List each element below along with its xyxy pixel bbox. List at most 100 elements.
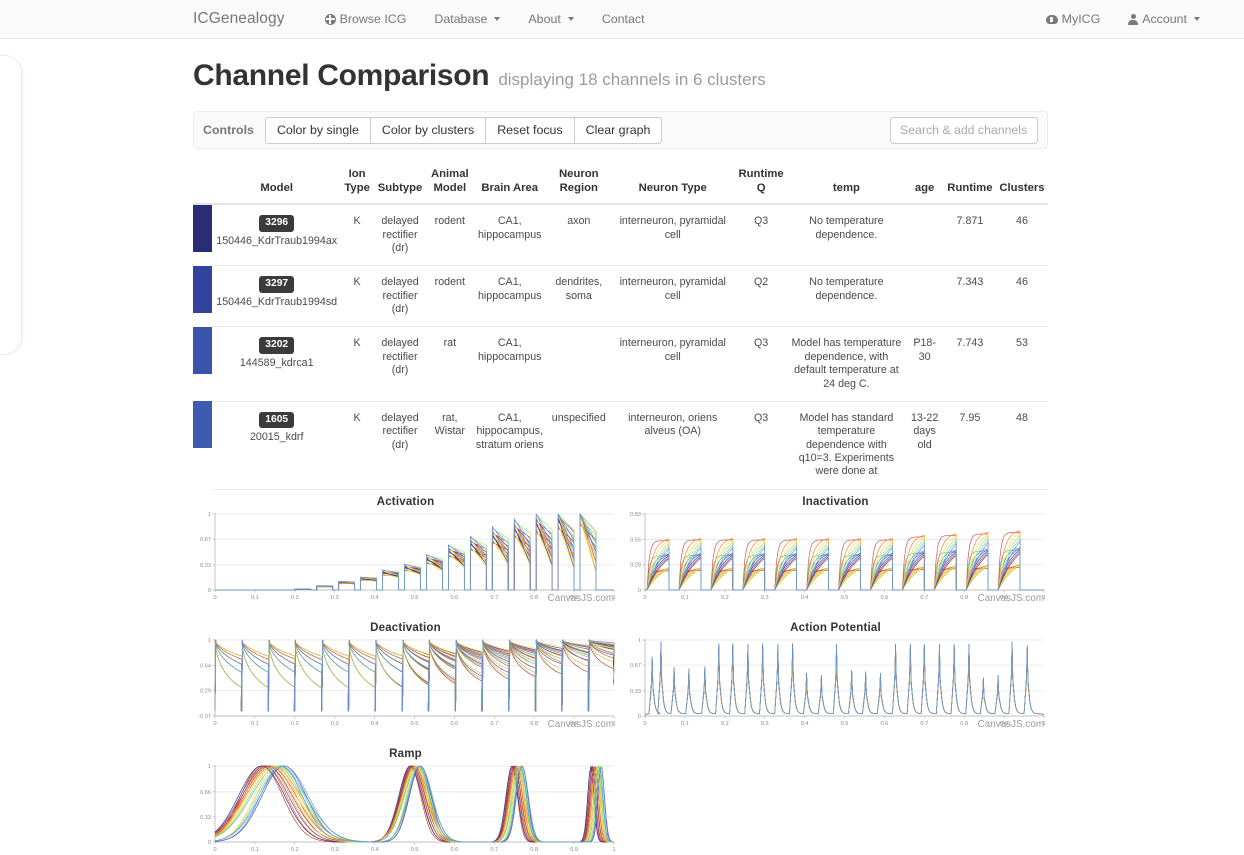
- cell-runtime: 7.343: [943, 265, 996, 328]
- model-id-badge[interactable]: 3202: [259, 337, 295, 354]
- cell-clusters: 46: [995, 265, 1048, 328]
- chart-deactivation[interactable]: Deactivation -0.07 0.29 0.64 1 0 0.1 0.2 0.3 0.4…: [193, 620, 618, 730]
- cell-clusters: 46: [995, 204, 1048, 267]
- brand-logo[interactable]: ICGenealogy: [193, 10, 285, 28]
- cell-runtime: 7.743: [943, 326, 996, 402]
- cell-temp: No temperature dependence.: [787, 204, 906, 267]
- color-swatch: [193, 265, 212, 313]
- chart-activation[interactable]: Activation 0 0.33 0.67 1 0 0.1 0.2 0.3 0.4 0.5 0.6…: [193, 494, 618, 604]
- color-by-clusters-button[interactable]: Color by clusters: [369, 116, 487, 144]
- cell-brain-area: CA1, hippocampus: [472, 326, 547, 402]
- model-id-badge[interactable]: 3297: [259, 276, 295, 293]
- cell-runtime-q: Q2: [734, 265, 788, 328]
- chart-inactivation-title: Inactivation: [802, 495, 869, 508]
- nav-item-about[interactable]: About: [514, 12, 587, 26]
- chart-action-potential[interactable]: Action Potential 0 0.33 0.67 1 0 0.1 0.2 0.3 0.4…: [623, 620, 1048, 730]
- chart-deactivation-credit: CanvasJS.com: [547, 718, 614, 730]
- model-name[interactable]: 150446_KdrTraub1994ax: [215, 235, 338, 248]
- model-name[interactable]: 20015_kdrf: [215, 431, 338, 444]
- cell-brain-area: CA1, hippocampus: [472, 204, 547, 267]
- header-animal-model[interactable]: Animal Model: [426, 167, 473, 206]
- header-model[interactable]: Model: [212, 167, 342, 206]
- chevron-down-icon: [567, 17, 574, 21]
- channel-table: Model Ion Type Subtype Animal Model Brai…: [193, 167, 1048, 490]
- controls-bar: Controls Color by single Color by cluste…: [193, 111, 1048, 149]
- cell-subtype: delayed rectifier (dr): [373, 326, 427, 402]
- header-neuron-region[interactable]: Neuron Region: [546, 167, 611, 206]
- cell-ion-type: K: [341, 265, 374, 328]
- cell-subtype: delayed rectifier (dr): [373, 204, 427, 267]
- header-runtime[interactable]: Runtime: [943, 167, 996, 206]
- header-temp[interactable]: temp: [787, 167, 906, 206]
- nav-item-contact[interactable]: Contact: [588, 12, 659, 26]
- cell-model[interactable]: 3202 144589_kdrca1: [212, 326, 342, 402]
- clear-graph-button[interactable]: Clear graph: [573, 116, 663, 144]
- row-color-swatch[interactable]: [193, 204, 212, 266]
- svg-text:0.67: 0.67: [200, 537, 211, 543]
- svg-text:0.8: 0.8: [530, 721, 538, 727]
- table-row[interactable]: 3297 150446_KdrTraub1994sd Kdelayed rectif…: [193, 265, 1048, 328]
- nav-right-group: MyICG Account: [1032, 12, 1244, 26]
- cell-subtype: delayed rectifier (dr): [373, 265, 427, 328]
- svg-text:0.1: 0.1: [681, 595, 689, 601]
- search-input[interactable]: [890, 116, 1038, 144]
- cell-model[interactable]: 1605 20015_kdrf: [212, 401, 342, 490]
- row-color-swatch[interactable]: [193, 326, 212, 402]
- svg-text:0.2: 0.2: [291, 721, 299, 727]
- row-color-swatch[interactable]: [193, 265, 212, 327]
- svg-text:0.4: 0.4: [371, 595, 379, 601]
- svg-text:0.33: 0.33: [200, 563, 211, 569]
- cell-age: 13-22 days old: [905, 401, 944, 490]
- table-row[interactable]: 1605 20015_kdrf Kdelayed rectifier (dr) rat…: [193, 401, 1048, 490]
- chart-ramp[interactable]: Ramp 0 0.33 0.66 1 0 0.1 0.2 0.3 0.4 0.5 0.6 0.7 0.8…: [193, 746, 618, 855]
- table-header: Model Ion Type Subtype Animal Model Brai…: [193, 167, 1048, 206]
- color-swatch: [193, 326, 212, 374]
- nav-item-account[interactable]: Account: [1114, 12, 1214, 26]
- svg-text:0: 0: [213, 847, 216, 853]
- chart-action-potential-credit: CanvasJS.com: [977, 718, 1044, 730]
- color-by-single-button[interactable]: Color by single: [264, 116, 371, 144]
- svg-text:0.8: 0.8: [960, 595, 968, 601]
- header-age[interactable]: age: [905, 167, 944, 206]
- svg-text:-0.07: -0.07: [198, 714, 211, 720]
- user-icon: [1128, 13, 1139, 25]
- cell-neuron-type: interneuron, oriens alveus (OA): [610, 401, 735, 490]
- header-brain-area[interactable]: Brain Area: [472, 167, 547, 206]
- svg-text:0.6: 0.6: [451, 847, 459, 853]
- model-name[interactable]: 144589_kdrca1: [215, 357, 338, 370]
- svg-text:0: 0: [643, 595, 646, 601]
- svg-text:0.3: 0.3: [331, 595, 339, 601]
- chart-inactivation[interactable]: Inactivation 0 0.28 0.55 0.83 0 0.1 0.2 0.3 0.4 0…: [623, 494, 1048, 604]
- svg-text:0.3: 0.3: [761, 721, 769, 727]
- top-navbar: ICGenealogy Browse ICG Database About Co…: [0, 0, 1244, 39]
- svg-text:0.33: 0.33: [200, 815, 211, 821]
- header-clusters[interactable]: Clusters: [995, 167, 1048, 206]
- nav-item-myicg[interactable]: MyICG: [1032, 12, 1115, 26]
- header-subtype[interactable]: Subtype: [373, 167, 427, 206]
- svg-text:1: 1: [208, 764, 211, 770]
- model-id-badge[interactable]: 3296: [259, 215, 295, 232]
- cell-model[interactable]: 3296 150446_KdrTraub1994ax: [212, 204, 342, 267]
- color-swatch: [193, 205, 212, 253]
- header-neuron-type[interactable]: Neuron Type: [610, 167, 735, 206]
- header-runtime-q[interactable]: Runtime Q: [734, 167, 788, 206]
- header-ion-type[interactable]: Ion Type: [341, 167, 374, 206]
- nav-item-browse-icg[interactable]: Browse ICG: [311, 12, 421, 26]
- cell-model[interactable]: 3297 150446_KdrTraub1994sd: [212, 265, 342, 328]
- svg-text:0.1: 0.1: [681, 721, 689, 727]
- svg-text:0.7: 0.7: [920, 595, 928, 601]
- table-row[interactable]: 3202 144589_kdrca1 Kdelayed rectifier (dr)…: [193, 326, 1048, 402]
- table-row[interactable]: 3296 150446_KdrTraub1994ax Kdelayed rectif…: [193, 204, 1048, 267]
- cell-temp: Model has standard temperature dependenc…: [787, 401, 906, 490]
- cell-runtime-q: Q3: [734, 326, 788, 402]
- svg-text:0.1: 0.1: [251, 847, 259, 853]
- cell-ion-type: K: [341, 326, 374, 402]
- row-color-swatch[interactable]: [193, 401, 212, 489]
- cell-temp: No temperature dependence.: [787, 265, 906, 328]
- reset-focus-button[interactable]: Reset focus: [485, 116, 575, 144]
- model-id-badge[interactable]: 1605: [259, 411, 295, 429]
- model-name[interactable]: 150446_KdrTraub1994sd: [215, 296, 338, 309]
- chart-activation-credit: CanvasJS.com: [547, 592, 614, 604]
- cell-runtime: 7.871: [943, 204, 996, 267]
- nav-item-database[interactable]: Database: [420, 12, 514, 26]
